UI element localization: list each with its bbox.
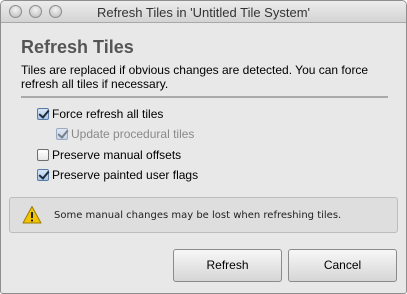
warning-box: Some manual changes may be lost when ref… (9, 197, 398, 233)
option-label: Force refresh all tiles (52, 107, 164, 121)
option-label: Update procedural tiles (71, 127, 195, 141)
option-preserve-offsets[interactable]: Preserve manual offsets (37, 147, 181, 163)
cancel-button[interactable]: Cancel (288, 249, 397, 282)
option-preserve-flags[interactable]: Preserve painted user flags (37, 167, 198, 183)
option-label: Preserve painted user flags (52, 168, 199, 182)
preserve-flags-checkbox[interactable] (37, 169, 49, 181)
option-force-refresh[interactable]: Force refresh all tiles (37, 106, 163, 122)
window-title: Refresh Tiles in 'Untitled Tile System' (96, 5, 311, 20)
option-update-procedural: Update procedural tiles (56, 126, 194, 142)
option-label: Preserve manual offsets (52, 148, 182, 162)
description-text: Tiles are replaced if obvious changes ar… (21, 63, 369, 91)
preserve-offsets-checkbox[interactable] (37, 149, 49, 161)
refresh-tiles-dialog: Refresh Tiles in 'Untitled Tile System' … (0, 0, 407, 294)
warning-triangle-icon (22, 206, 42, 224)
force-refresh-checkbox[interactable] (37, 108, 49, 120)
title-bar[interactable]: Refresh Tiles in 'Untitled Tile System' (1, 1, 406, 23)
section-divider (21, 96, 388, 98)
refresh-button[interactable]: Refresh (173, 249, 282, 282)
update-procedural-checkbox (56, 128, 68, 140)
page-title: Refresh Tiles (21, 37, 134, 57)
warning-text: Some manual changes may be lost when ref… (54, 210, 342, 221)
